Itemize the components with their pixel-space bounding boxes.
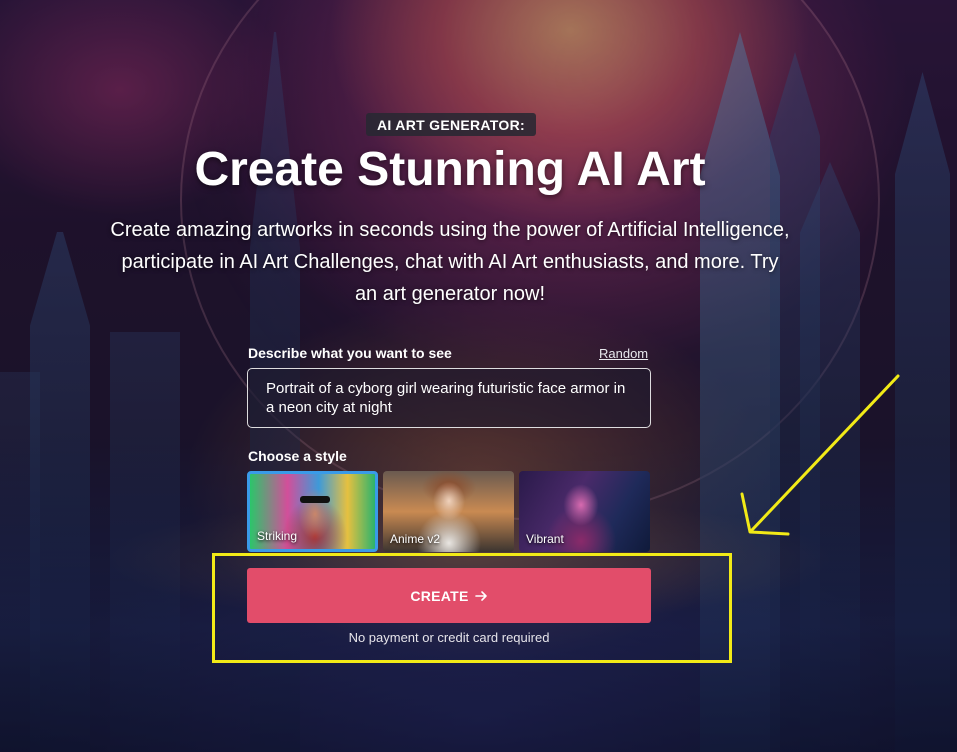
- style-label: Choose a style: [248, 448, 347, 464]
- arrow-right-icon: [474, 590, 487, 601]
- style-picker: Striking Anime v2 Vibrant: [247, 471, 651, 552]
- prompt-input[interactable]: [247, 368, 651, 428]
- random-prompt-link[interactable]: Random: [599, 346, 648, 361]
- style-option-label: Vibrant: [526, 532, 564, 546]
- create-button[interactable]: CREATE: [247, 568, 651, 623]
- no-payment-note: No payment or credit card required: [348, 630, 550, 645]
- style-option-vibrant[interactable]: Vibrant: [519, 471, 650, 552]
- page-title: Create Stunning AI Art: [194, 143, 706, 196]
- style-option-label: Anime v2: [390, 532, 441, 546]
- hero-tag: AI ART GENERATOR:: [366, 113, 536, 136]
- style-option-striking[interactable]: Striking: [247, 471, 378, 552]
- create-button-label: CREATE: [410, 587, 469, 604]
- style-option-label: Striking: [257, 529, 298, 543]
- hero-subtitle: Create amazing artworks in seconds using…: [110, 219, 790, 305]
- hero-section: AI ART GENERATOR: Create Stunning AI Art…: [0, 0, 957, 752]
- style-option-anime-v2[interactable]: Anime v2: [383, 471, 514, 552]
- annotation-arrow-icon: [740, 374, 900, 536]
- prompt-label: Describe what you want to see: [248, 345, 452, 361]
- style-thumbnail-detail: [300, 496, 330, 503]
